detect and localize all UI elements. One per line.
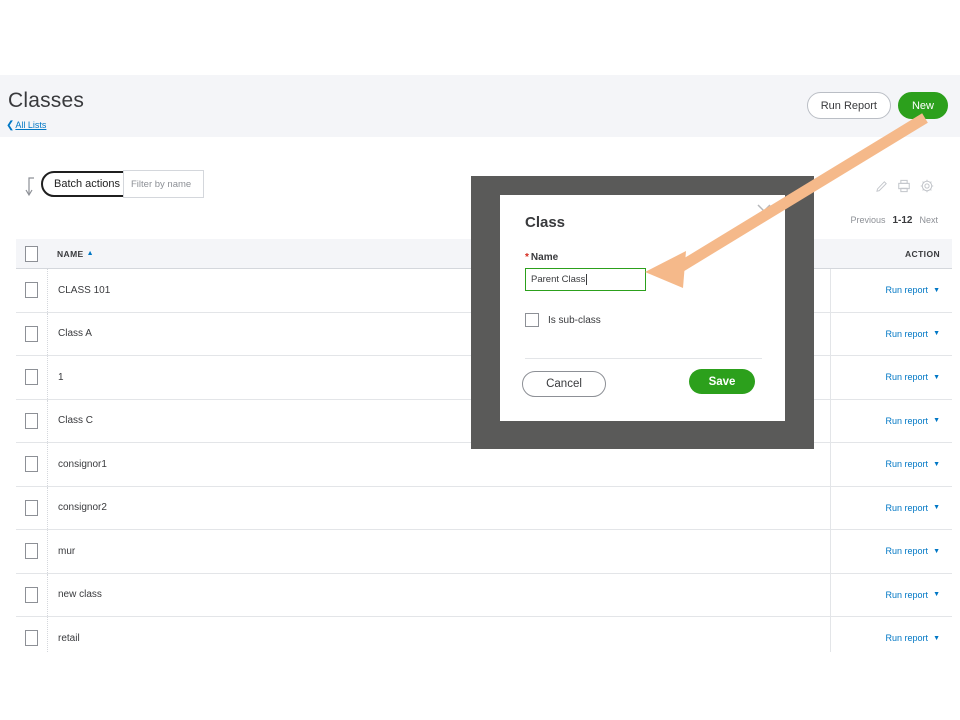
row-name-cell[interactable]: mur xyxy=(47,530,830,573)
row-checkbox[interactable] xyxy=(25,369,38,386)
run-report-link[interactable]: Run report xyxy=(886,329,929,339)
is-sub-class-label: Is sub-class xyxy=(548,314,601,326)
is-sub-class-checkbox[interactable] xyxy=(525,313,539,327)
row-checkbox[interactable] xyxy=(25,630,38,647)
row-checkbox[interactable] xyxy=(25,282,38,299)
filter-by-name-input[interactable]: Filter by name xyxy=(123,170,204,198)
row-checkbox[interactable] xyxy=(25,325,38,342)
page-title: Classes xyxy=(8,89,85,112)
chevron-down-icon[interactable]: ▼ xyxy=(933,461,940,468)
chevron-down-icon[interactable]: ▼ xyxy=(933,287,940,294)
new-button[interactable]: New xyxy=(897,92,948,119)
class-modal: Class * Name Parent Class Is sub-class Ca… xyxy=(500,195,785,421)
save-button[interactable]: Save xyxy=(689,369,755,394)
run-report-link[interactable]: Run report xyxy=(886,503,929,513)
table-row[interactable]: new class Run report ▼ xyxy=(16,573,952,617)
name-field-label: * Name xyxy=(525,252,558,263)
chevron-down-icon[interactable]: ▼ xyxy=(933,374,940,381)
row-action-cell: Run report ▼ xyxy=(830,443,952,486)
page-top-blank-area xyxy=(0,0,960,75)
chevron-down-icon[interactable]: ▼ xyxy=(933,330,940,337)
row-checkbox[interactable] xyxy=(25,456,38,473)
row-name-cell[interactable]: new class xyxy=(47,573,830,616)
run-report-link[interactable]: Run report xyxy=(886,546,929,556)
row-select-cell xyxy=(16,586,47,603)
run-report-link[interactable]: Run report xyxy=(886,459,929,469)
cancel-button[interactable]: Cancel xyxy=(522,371,606,397)
row-action-cell: Run report ▼ xyxy=(830,399,952,442)
breadcrumb-all-lists-link[interactable]: All Lists xyxy=(15,120,46,130)
row-action-cell: Run report ▼ xyxy=(830,530,952,573)
pagination: Previous 1-12 Next xyxy=(850,215,938,226)
sort-arrow-icon xyxy=(24,176,38,198)
toolbar-icon-group xyxy=(875,179,934,193)
select-all-checkbox[interactable] xyxy=(25,245,38,262)
page-header: Classes ❮All Lists Run Report New xyxy=(0,75,960,137)
modal-title: Class xyxy=(525,214,566,231)
row-checkbox[interactable] xyxy=(25,499,38,516)
row-checkbox[interactable] xyxy=(25,586,38,603)
header-actions: Run Report New xyxy=(806,92,948,119)
pagination-previous[interactable]: Previous xyxy=(850,215,885,225)
run-report-link[interactable]: Run report xyxy=(886,590,929,600)
row-action-cell: Run report ▼ xyxy=(830,356,952,399)
printer-icon[interactable] xyxy=(897,179,911,193)
row-select-cell xyxy=(16,630,47,647)
column-header-action: ACTION xyxy=(905,248,940,259)
row-select-cell xyxy=(16,543,47,560)
row-select-cell xyxy=(16,369,47,386)
run-report-link[interactable]: Run report xyxy=(886,285,929,295)
chevron-down-icon[interactable]: ▼ xyxy=(933,635,940,642)
chevron-down-icon[interactable]: ▼ xyxy=(933,548,940,555)
table-row[interactable]: consignor1 Run report ▼ xyxy=(16,443,952,487)
chevron-down-icon[interactable]: ▼ xyxy=(933,417,940,424)
batch-actions-label: Batch actions xyxy=(54,178,121,190)
row-select-cell xyxy=(16,282,47,299)
text-cursor xyxy=(586,274,588,285)
column-header-name-label: NAME xyxy=(57,248,84,259)
run-report-link[interactable]: Run report xyxy=(886,372,929,382)
table-row[interactable]: mur Run report ▼ xyxy=(16,530,952,574)
pencil-icon[interactable] xyxy=(875,180,888,193)
page-bottom-blank-area xyxy=(0,652,960,720)
breadcrumb[interactable]: ❮All Lists xyxy=(6,120,46,131)
row-action-cell: Run report ▼ xyxy=(830,269,952,312)
required-asterisk: * xyxy=(525,252,529,263)
gear-icon[interactable] xyxy=(920,179,934,193)
row-select-cell xyxy=(16,499,47,516)
row-action-cell: Run report ▼ xyxy=(830,486,952,529)
name-input-value: Parent Class xyxy=(531,274,586,285)
pagination-next[interactable]: Next xyxy=(919,215,938,225)
filter-placeholder: Filter by name xyxy=(131,178,192,190)
run-report-link[interactable]: Run report xyxy=(886,416,929,426)
close-icon[interactable] xyxy=(755,202,773,220)
row-select-cell xyxy=(16,325,47,342)
select-all-cell xyxy=(16,245,47,262)
table-row[interactable]: consignor2 Run report ▼ xyxy=(16,486,952,530)
row-name-cell[interactable]: consignor1 xyxy=(47,443,830,486)
chevron-down-icon[interactable]: ▼ xyxy=(933,504,940,511)
chevron-left-icon: ❮ xyxy=(6,120,15,131)
row-checkbox[interactable] xyxy=(25,543,38,560)
name-label-text: Name xyxy=(530,252,559,263)
run-report-link[interactable]: Run report xyxy=(886,633,929,643)
run-report-button[interactable]: Run Report xyxy=(806,92,891,119)
row-checkbox[interactable] xyxy=(25,412,38,429)
row-name-cell[interactable]: consignor2 xyxy=(47,486,830,529)
modal-divider xyxy=(525,358,762,359)
name-input[interactable]: Parent Class xyxy=(525,268,646,291)
pagination-range: 1-12 xyxy=(892,215,913,226)
sort-ascending-icon: ▲ xyxy=(86,250,94,257)
is-sub-class-row[interactable]: Is sub-class xyxy=(525,313,601,327)
row-select-cell xyxy=(16,456,47,473)
row-select-cell xyxy=(16,412,47,429)
chevron-down-icon[interactable]: ▼ xyxy=(933,591,940,598)
row-action-cell: Run report ▼ xyxy=(830,312,952,355)
row-action-cell: Run report ▼ xyxy=(830,573,952,616)
